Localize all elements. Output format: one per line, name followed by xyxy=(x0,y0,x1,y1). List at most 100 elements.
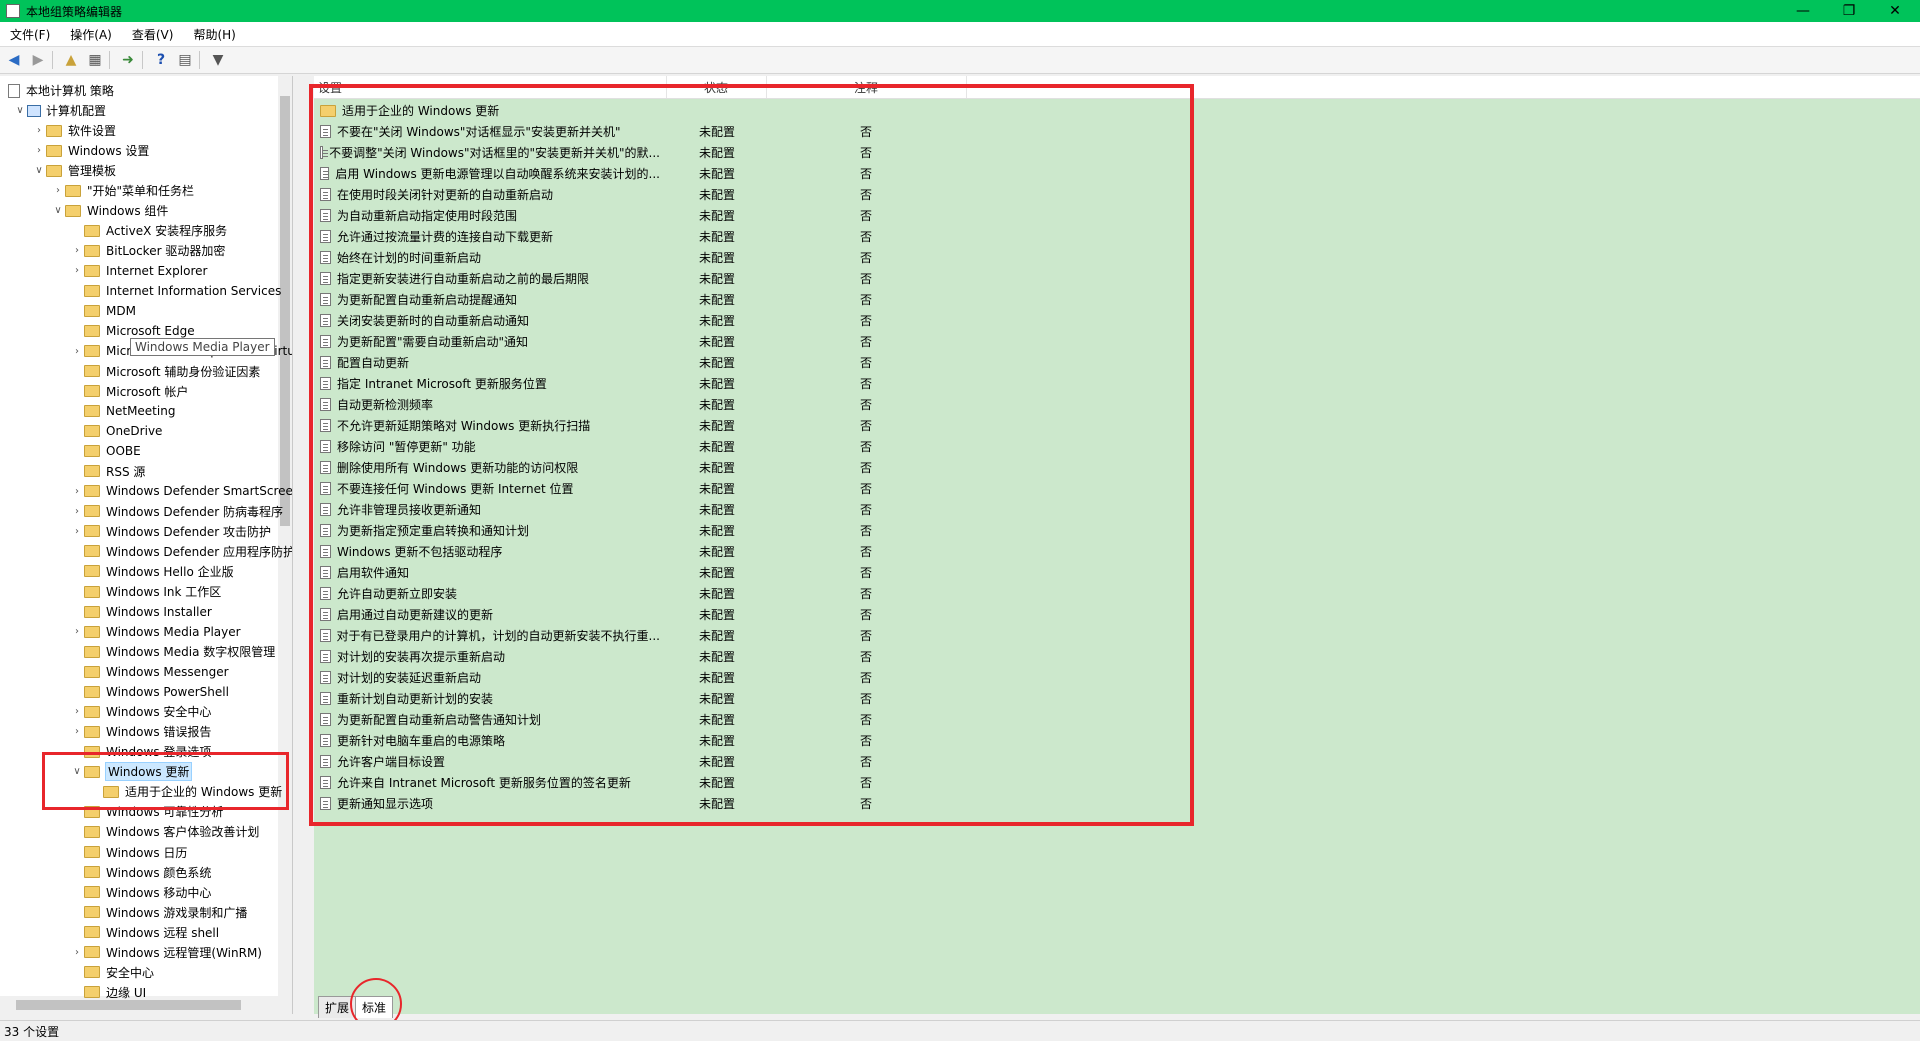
chevron-down-icon[interactable]: ∨ xyxy=(13,105,27,116)
tree-item[interactable]: Windows Ink 工作区 xyxy=(70,582,221,601)
column-header-setting[interactable]: 设置 xyxy=(318,79,342,96)
tree-item[interactable]: RSS 源 xyxy=(70,462,145,481)
policy-row[interactable]: 为更新配置自动重新启动提醒通知 未配置 否 xyxy=(314,289,974,310)
menu-action[interactable]: 操作(A) xyxy=(60,26,122,43)
policy-row[interactable]: 对于有已登录用户的计算机，计划的自动更新安装不执行重... 未配置 否 xyxy=(314,625,974,646)
tree-item[interactable]: OneDrive xyxy=(70,422,162,441)
chevron-right-icon[interactable]: › xyxy=(32,125,46,136)
scrollbar-thumb[interactable] xyxy=(280,96,290,526)
chevron-right-icon[interactable]: › xyxy=(70,245,84,256)
tree-item[interactable]: Windows 客户体验改善计划 xyxy=(70,822,259,841)
tree-vertical-scrollbar[interactable] xyxy=(278,76,292,996)
tree-item[interactable]: Windows Hello 企业版 xyxy=(70,562,234,581)
tree-item[interactable]: ∨ 计算机配置 xyxy=(13,101,106,120)
chevron-right-icon[interactable]: › xyxy=(70,506,84,517)
tree-item[interactable]: Windows 可靠性分析 xyxy=(70,802,223,821)
close-button[interactable]: ✕ xyxy=(1872,0,1918,22)
tree-item[interactable]: › Windows 设置 xyxy=(32,141,149,160)
policy-row[interactable]: 允许自动更新立即安装 未配置 否 xyxy=(314,583,974,604)
up-folder-icon[interactable]: ▲ xyxy=(61,51,81,69)
tab-standard[interactable]: 标准 xyxy=(355,996,394,1018)
tree-item[interactable]: ∨ Windows 组件 xyxy=(51,201,168,220)
column-separator[interactable] xyxy=(766,76,767,98)
tree-item[interactable]: › "开始"菜单和任务栏 xyxy=(51,181,194,200)
tree-item[interactable]: Windows Installer xyxy=(70,602,212,621)
back-arrow-icon[interactable]: ◀ xyxy=(4,51,24,69)
policy-row[interactable]: 更新针对电脑车重启的电源策略 未配置 否 xyxy=(314,730,974,751)
policy-row[interactable]: 启用 Windows 更新电源管理以自动唤醒系统来安装计划的... 未配置 否 xyxy=(314,163,974,184)
policy-row[interactable]: 移除访问 "暂停更新" 功能 未配置 否 xyxy=(314,436,974,457)
maximize-button[interactable]: ❐ xyxy=(1826,0,1872,22)
chevron-right-icon[interactable]: › xyxy=(32,145,46,156)
tree-item[interactable]: › Windows Defender 防病毒程序 xyxy=(70,502,283,521)
export-list-icon[interactable]: ➜ xyxy=(118,51,138,69)
chevron-right-icon[interactable]: › xyxy=(70,626,84,637)
policy-row[interactable]: 始终在计划的时间重新启动 未配置 否 xyxy=(314,247,974,268)
minimize-button[interactable]: — xyxy=(1780,0,1826,22)
tree-item[interactable]: › Windows Defender SmartScreen xyxy=(70,482,292,501)
column-separator[interactable] xyxy=(666,76,667,98)
policy-row[interactable]: Windows 更新不包括驱动程序 未配置 否 xyxy=(314,541,974,562)
tree-item[interactable]: ActiveX 安装程序服务 xyxy=(70,221,227,240)
tree-item[interactable]: Windows Defender 应用程序防护 xyxy=(70,542,292,561)
tab-extended[interactable]: 扩展 xyxy=(318,996,357,1018)
policy-row[interactable]: 不要连接任何 Windows 更新 Internet 位置 未配置 否 xyxy=(314,478,974,499)
show-hide-tree-icon[interactable]: ▦ xyxy=(85,51,105,69)
tree-item[interactable]: 适用于企业的 Windows 更新 xyxy=(89,782,282,801)
tree-item[interactable]: Windows Media 数字权限管理 xyxy=(70,642,275,661)
forward-arrow-icon[interactable]: ▶ xyxy=(28,51,48,69)
policy-row[interactable]: 更新通知显示选项 未配置 否 xyxy=(314,793,974,814)
column-header-state[interactable]: 状态 xyxy=(704,79,728,96)
policy-row[interactable]: 允许通过按流量计费的连接自动下载更新 未配置 否 xyxy=(314,226,974,247)
policy-row[interactable]: 指定 Intranet Microsoft 更新服务位置 未配置 否 xyxy=(314,373,974,394)
policy-row[interactable]: 删除使用所有 Windows 更新功能的访问权限 未配置 否 xyxy=(314,457,974,478)
policy-row[interactable]: 允许非管理员接收更新通知 未配置 否 xyxy=(314,499,974,520)
tree-item[interactable]: Windows PowerShell xyxy=(70,682,229,701)
tree-item[interactable]: OOBE xyxy=(70,442,141,461)
tree-item[interactable]: MDM xyxy=(70,301,136,320)
tree-item[interactable]: Windows 颜色系统 xyxy=(70,863,211,882)
column-header-comment[interactable]: 注释 xyxy=(854,79,878,96)
tree-item[interactable]: › Windows 错误报告 xyxy=(70,722,211,741)
policy-row[interactable]: 重新计划自动更新计划的安装 未配置 否 xyxy=(314,688,974,709)
tree-item[interactable]: › Windows 安全中心 xyxy=(70,702,211,721)
policy-row[interactable]: 启用软件通知 未配置 否 xyxy=(314,562,974,583)
menu-view[interactable]: 查看(V) xyxy=(122,26,184,43)
policy-row[interactable]: 配置自动更新 未配置 否 xyxy=(314,352,974,373)
properties-icon[interactable]: ▤ xyxy=(175,51,195,69)
policy-row[interactable]: 为更新配置自动重新启动警告通知计划 未配置 否 xyxy=(314,709,974,730)
tree-item[interactable]: › Windows Defender 攻击防护 xyxy=(70,522,271,541)
tree-item[interactable]: 安全中心 xyxy=(70,963,154,982)
tree-item[interactable]: › Windows Media Player xyxy=(70,622,241,641)
tree-item[interactable]: NetMeeting xyxy=(70,402,175,421)
policy-row[interactable]: 不要调整"关闭 Windows"对话框里的"安装更新并关机"的默... 未配置 否 xyxy=(314,142,974,163)
policy-row[interactable]: 为更新指定预定重启转换和通知计划 未配置 否 xyxy=(314,520,974,541)
chevron-right-icon[interactable]: › xyxy=(70,706,84,717)
policy-row[interactable]: 为自动重新启动指定使用时段范围 未配置 否 xyxy=(314,205,974,226)
chevron-down-icon[interactable]: ∨ xyxy=(70,766,84,777)
tree-item[interactable]: 本地计算机 策略 xyxy=(0,81,114,100)
tree-item[interactable]: Windows 日历 xyxy=(70,843,187,862)
tree-pane[interactable]: 本地计算机 策略 ∨ 计算机配置 › 软件设置 › Windows 设置 ∨ 管理模板 › "开始"… xyxy=(0,76,293,1014)
tree-item[interactable]: ∨ Windows 更新 xyxy=(70,762,193,782)
tree-item[interactable]: 边缘 UI xyxy=(70,983,146,1002)
chevron-right-icon[interactable]: › xyxy=(70,486,84,497)
tree-item[interactable]: Windows 移动中心 xyxy=(70,883,211,902)
policy-row[interactable]: 为更新配置"需要自动重新启动"通知 未配置 否 xyxy=(314,331,974,352)
tree-item[interactable]: Windows 游戏录制和广播 xyxy=(70,903,247,922)
policy-row[interactable]: 启用通过自动更新建议的更新 未配置 否 xyxy=(314,604,974,625)
tree-item[interactable]: Windows 远程 shell xyxy=(70,923,219,942)
chevron-right-icon[interactable]: › xyxy=(70,726,84,737)
chevron-right-icon[interactable]: › xyxy=(70,947,84,958)
policy-row[interactable]: 对计划的安装延迟重新启动 未配置 否 xyxy=(314,667,974,688)
policy-row[interactable]: 自动更新检测频率 未配置 否 xyxy=(314,394,974,415)
tree-item[interactable]: Windows Messenger xyxy=(70,662,229,681)
help-icon[interactable]: ? xyxy=(151,51,171,69)
policy-row[interactable]: 对计划的安装再次提示重新启动 未配置 否 xyxy=(314,646,974,667)
policy-row[interactable]: 在使用时段关闭针对更新的自动重新启动 未配置 否 xyxy=(314,184,974,205)
chevron-right-icon[interactable]: › xyxy=(70,526,84,537)
column-separator[interactable] xyxy=(966,76,967,98)
policy-row[interactable]: 指定更新安装进行自动重新启动之前的最后期限 未配置 否 xyxy=(314,268,974,289)
tree-item[interactable]: Internet Information Services xyxy=(70,281,281,300)
tree-item[interactable]: › Windows 远程管理(WinRM) xyxy=(70,943,262,962)
